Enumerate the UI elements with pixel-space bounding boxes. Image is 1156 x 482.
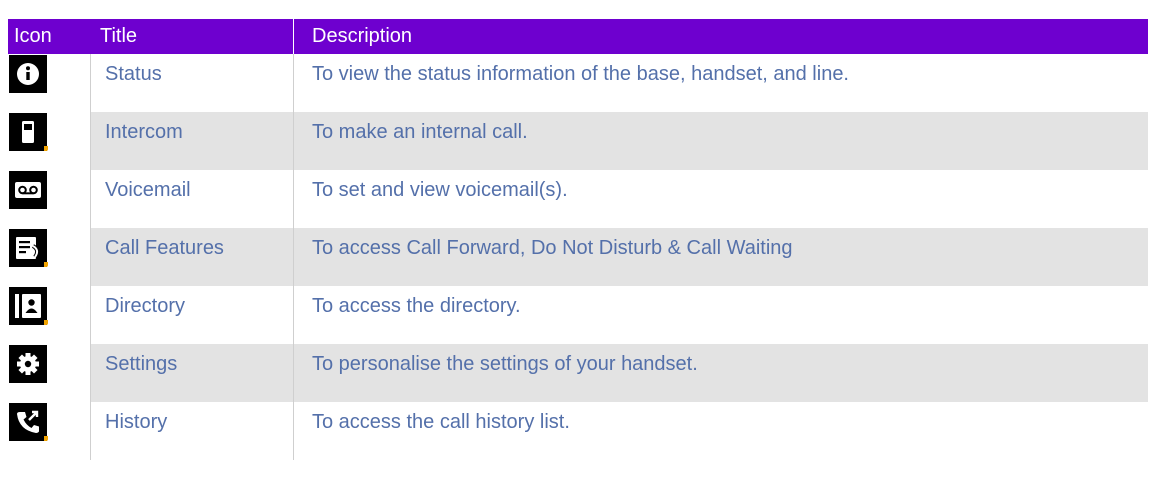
table-row: Intercom To make an internal call.: [8, 112, 1148, 170]
icon-accent-dot: [44, 146, 48, 151]
table-row: Settings To personalise the settings of …: [8, 344, 1148, 402]
icon-table: Icon Title Description Status To view th…: [8, 19, 1148, 460]
cell-divider: [293, 228, 294, 286]
row-description: To view the status information of the ba…: [312, 63, 849, 85]
row-shading: [91, 112, 1148, 170]
icon-accent-dot: [44, 320, 48, 325]
table-row: Status To view the status information of…: [8, 54, 1148, 112]
row-description: To access the directory.: [312, 295, 521, 317]
info-icon: [9, 55, 47, 93]
icon-accent-dot: [44, 436, 48, 441]
row-title: Settings: [105, 353, 178, 375]
gear-icon: [9, 345, 47, 383]
cell-divider: [293, 402, 294, 460]
cell-divider: [90, 112, 91, 170]
call-history-icon: [9, 403, 48, 441]
handset-icon: [9, 113, 48, 151]
table-row: History To access the call history list.: [8, 402, 1148, 460]
header-divider: [293, 19, 294, 54]
row-title: Directory: [105, 295, 186, 317]
cell-divider: [293, 170, 294, 228]
cell-divider: [293, 112, 294, 170]
row-title: Call Features: [105, 237, 224, 259]
cell-divider: [90, 344, 91, 402]
row-description: To set and view voicemail(s).: [312, 179, 568, 201]
table-header: Icon Title Description: [8, 19, 1148, 54]
cell-divider: [293, 54, 294, 112]
row-title: Voicemail: [105, 179, 191, 201]
cell-divider: [90, 228, 91, 286]
cell-divider: [90, 402, 91, 460]
voicemail-icon: [9, 171, 47, 209]
cell-divider: [293, 344, 294, 402]
header-description-label: Description: [312, 25, 413, 47]
row-title: Status: [105, 63, 162, 85]
cell-divider: [90, 170, 91, 228]
cell-divider: [90, 286, 91, 344]
icon-accent-dot: [44, 262, 48, 267]
header-title-label: Title: [100, 25, 138, 47]
table-row: Call Features To access Call Forward, Do…: [8, 228, 1148, 286]
header-icon-label: Icon: [14, 25, 52, 47]
call-features-icon: [9, 229, 48, 267]
row-description: To access the call history list.: [312, 411, 570, 433]
cell-divider: [293, 286, 294, 344]
row-title: Intercom: [105, 121, 183, 143]
cell-divider: [90, 54, 91, 112]
table-row: Voicemail To set and view voicemail(s).: [8, 170, 1148, 228]
row-description: To make an internal call.: [312, 121, 528, 143]
row-description: To access Call Forward, Do Not Disturb &…: [312, 237, 793, 259]
directory-icon: [9, 287, 48, 325]
row-title: History: [105, 411, 168, 433]
row-description: To personalise the settings of your hand…: [312, 353, 698, 375]
table-row: Directory To access the directory.: [8, 286, 1148, 344]
